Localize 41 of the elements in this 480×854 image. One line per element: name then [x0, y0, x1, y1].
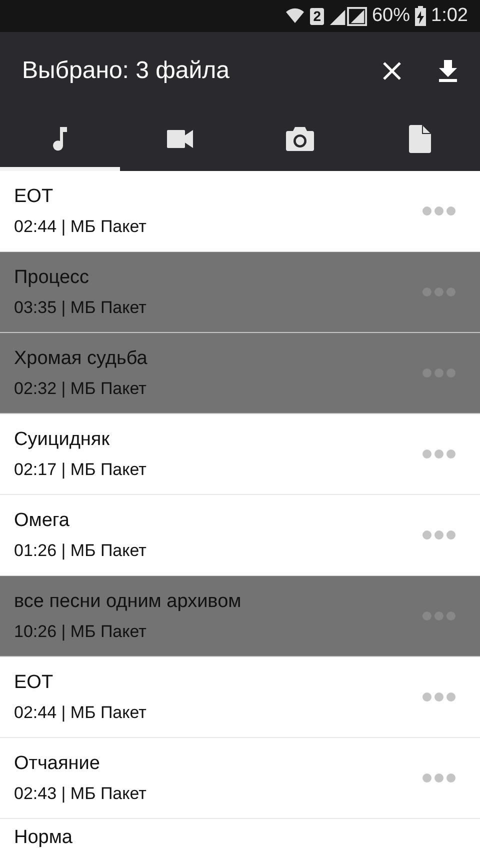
document-icon [409, 124, 431, 152]
track-title: Омега [14, 510, 70, 532]
selection-title: Выбрано: 3 файла [22, 57, 231, 85]
video-camera-icon [167, 130, 193, 148]
track-details: 02:44 | МБ Пакет [14, 702, 148, 722]
track-details: 02:32 | МБ Пакет [14, 378, 148, 398]
track-row[interactable]: Процесс 03:35 | МБ Пакет [0, 252, 480, 333]
track-details: 03:35 | МБ Пакет [14, 298, 148, 318]
track-title: Суицидняк [14, 428, 111, 450]
more-icon [422, 692, 456, 702]
track-title: ЕОТ [14, 186, 54, 208]
more-icon [422, 530, 456, 540]
track-details: 02:17 | МБ Пакет [14, 460, 148, 480]
track-row[interactable]: Суицидняк 02:17 | МБ Пакет [0, 414, 480, 495]
more-icon [422, 773, 456, 783]
download-icon [438, 60, 458, 82]
battery-percent: 60% [372, 5, 410, 27]
clock: 1:02 [431, 5, 468, 27]
track-details: 10:26 | МБ Пакет [14, 622, 148, 642]
track-title: ЕОТ [14, 672, 54, 694]
track-row[interactable]: все песни одним архивом 10:26 | МБ Пакет [0, 576, 480, 657]
signal-icon [328, 6, 367, 26]
music-note-icon [52, 126, 68, 150]
track-details: 02:43 | МБ Пакет [14, 784, 148, 804]
close-icon [382, 61, 402, 81]
track-row[interactable]: Хромая судьба 02:32 | МБ Пакет [0, 333, 480, 414]
track-details: 02:44 | МБ Пакет [14, 216, 148, 236]
track-title: Норма [14, 827, 74, 849]
camera-icon [286, 126, 314, 150]
track-title: Процесс [14, 266, 90, 288]
track-row[interactable]: Норма [0, 819, 480, 854]
more-icon [422, 206, 456, 216]
track-row[interactable]: Отчаяние 02:43 | МБ Пакет [0, 738, 480, 819]
track-row[interactable]: ЕОТ 02:44 | МБ Пакет [0, 657, 480, 738]
track-title: все песни одним архивом [14, 590, 242, 612]
more-icon [422, 449, 456, 459]
battery-charging-icon [415, 6, 426, 26]
track-title: Отчаяние [14, 752, 101, 774]
track-title: Хромая судьба [14, 348, 148, 370]
sim-indicator: 2 [310, 8, 324, 24]
track-details: 01:26 | МБ Пакет [14, 540, 148, 560]
